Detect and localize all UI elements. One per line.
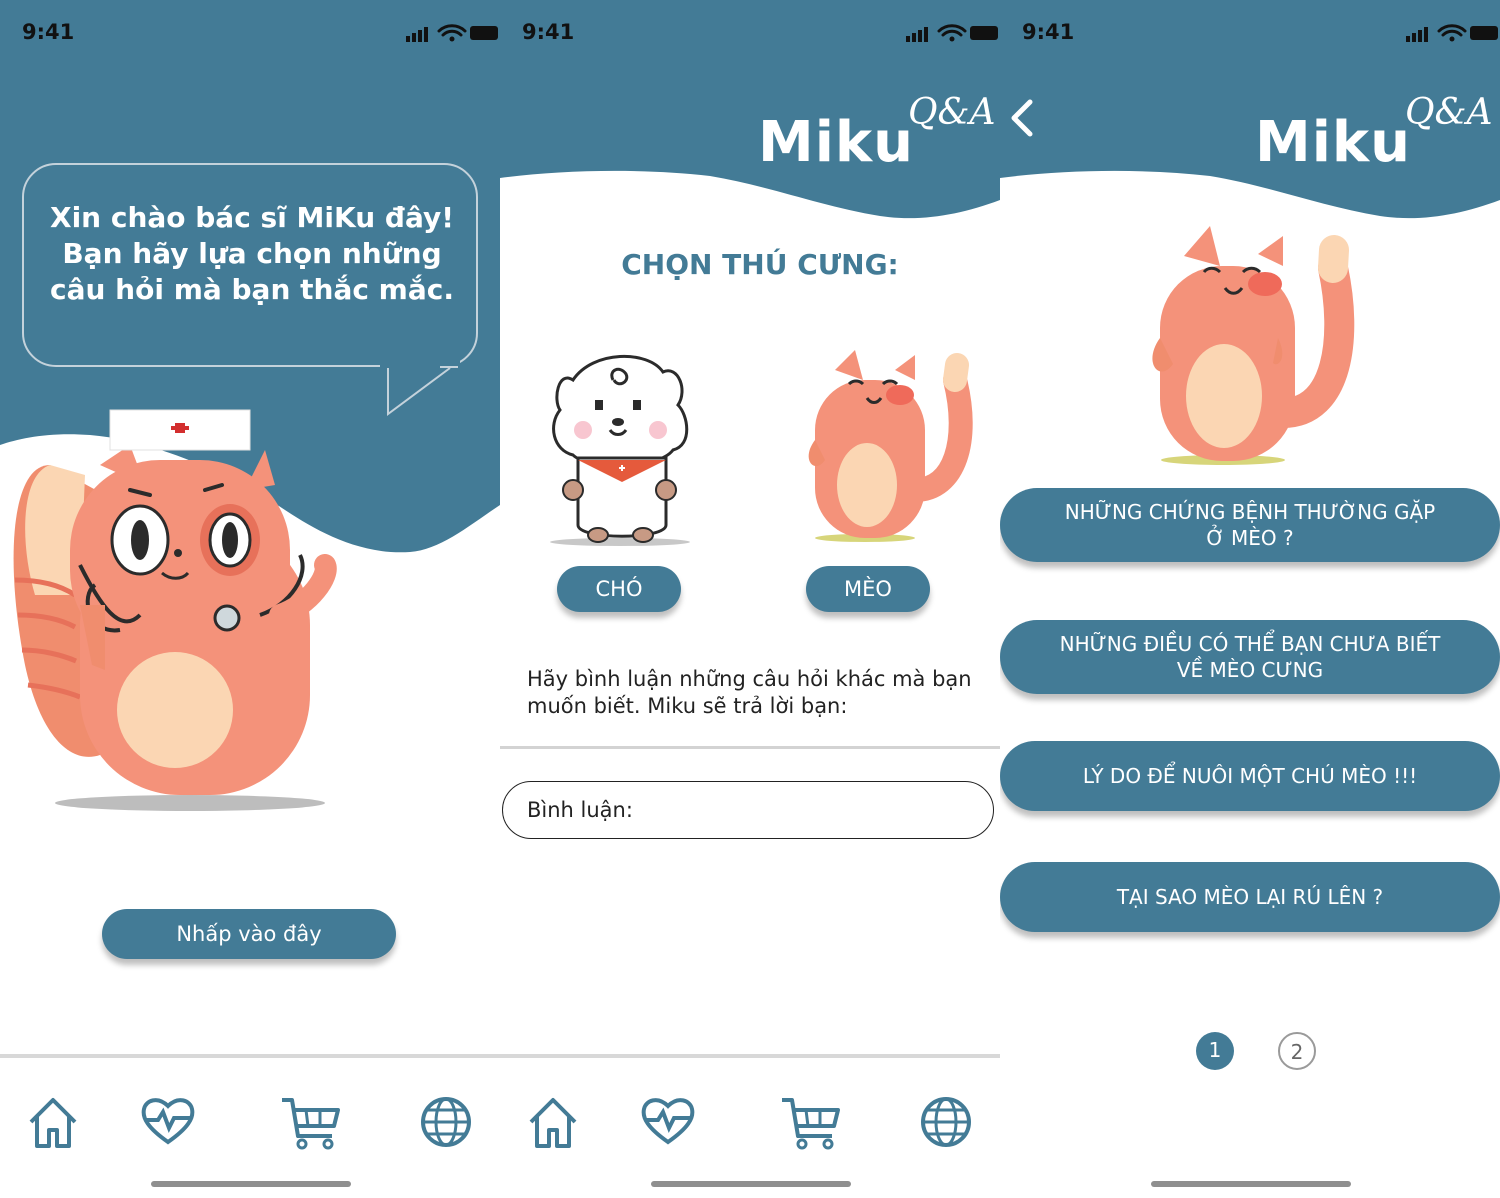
signal-icon <box>406 27 428 42</box>
status-bar: 9:41 <box>1000 18 1500 48</box>
question-button-3[interactable]: LÝ DO ĐỂ NUÔI MỘT CHÚ MÈO !!! <box>1000 741 1500 811</box>
wifi-icon <box>1437 24 1467 37</box>
status-bar: 9:41 <box>500 18 1000 48</box>
cart-icon[interactable] <box>280 1092 340 1152</box>
status-time: 9:41 <box>522 20 575 44</box>
battery-icon <box>470 26 498 40</box>
logo-qa: Q&A <box>908 92 996 133</box>
wifi-icon <box>437 24 467 37</box>
question-button-2[interactable]: NHỮNG ĐIỀU CÓ THỂ BẠN CHƯA BIẾT VỀ MÈO C… <box>1000 620 1500 694</box>
logo-brand: Miku <box>1255 110 1412 175</box>
dog-mascot[interactable] <box>548 350 698 550</box>
welcome-screen: 9:41 Xin chào bác sĩ MiKu đây! Bạn hãy l… <box>0 0 500 1198</box>
status-icons <box>406 24 498 42</box>
battery-icon <box>1470 26 1498 40</box>
click-here-button[interactable]: Nhấp vào đây <box>102 909 396 959</box>
question-1-line-2: Ở MÈO ? <box>1206 526 1294 550</box>
speech-bubble-tail <box>380 350 460 416</box>
globe-icon[interactable] <box>416 1092 476 1152</box>
wifi-icon <box>937 24 967 37</box>
comment-input[interactable]: Bình luận: <box>502 781 994 839</box>
cat-button[interactable]: MÈO <box>806 566 930 612</box>
home-indicator <box>1151 1181 1351 1187</box>
status-bar: 9:41 <box>0 18 500 48</box>
comment-prompt: Hãy bình luận những câu hỏi khác mà bạn … <box>527 667 972 718</box>
question-1-line-1: NHỮNG CHỨNG BỆNH THƯỜNG GẶP <box>1064 500 1436 524</box>
question-2-line-2: VỀ MÈO CƯNG <box>1176 658 1324 682</box>
status-time: 9:41 <box>22 20 75 44</box>
question-button-4[interactable]: TẠI SAO MÈO LẠI RÚ LÊN ? <box>1000 862 1500 932</box>
signal-icon <box>1406 27 1428 42</box>
cat-questions-screen: 9:41 Miku Q&A NHỮNG CHỨNG BỆNH THƯỜNG GẶ… <box>1000 0 1500 1198</box>
home-indicator <box>151 1181 351 1187</box>
heart-pulse-icon[interactable] <box>138 1092 198 1152</box>
home-indicator <box>651 1181 851 1187</box>
signal-icon <box>906 27 928 42</box>
heart-pulse-icon[interactable] <box>638 1092 698 1152</box>
page-2-button[interactable]: 2 <box>1278 1032 1316 1070</box>
battery-icon <box>970 26 998 40</box>
question-2-line-1: NHỮNG ĐIỀU CÓ THỂ BẠN CHƯA BIẾT <box>1059 632 1441 656</box>
logo-brand: Miku <box>758 110 915 175</box>
page-1-button[interactable]: 1 <box>1196 1032 1234 1070</box>
status-icons <box>1406 24 1498 42</box>
status-time: 9:41 <box>1022 20 1075 44</box>
choose-pet-heading: CHỌN THÚ CƯNG: <box>621 248 899 281</box>
question-button-1[interactable]: NHỮNG CHỨNG BỆNH THƯỜNG GẶP Ở MÈO ? <box>1000 488 1500 562</box>
status-icons <box>906 24 998 42</box>
cat-mascot <box>1152 226 1355 465</box>
tabbar-divider <box>0 1054 500 1058</box>
choose-pet-screen: 9:41 Miku Q&A CHỌN THÚ CƯNG: CHÓ MÈO Hãy… <box>500 0 1000 1198</box>
comment-divider <box>500 746 1000 749</box>
back-chevron-icon[interactable] <box>1006 96 1046 140</box>
greeting-text: Xin chào bác sĩ MiKu đây! Bạn hãy lựa ch… <box>49 201 455 306</box>
doctor-cat-mascot <box>13 409 337 811</box>
cat-mascot[interactable] <box>805 340 975 545</box>
cart-icon[interactable] <box>780 1092 840 1152</box>
home-icon[interactable] <box>23 1092 83 1152</box>
tabbar-divider <box>500 1054 1000 1058</box>
logo-qa: Q&A <box>1405 92 1493 133</box>
dog-button[interactable]: CHÓ <box>557 566 681 612</box>
globe-icon[interactable] <box>916 1092 976 1152</box>
home-icon[interactable] <box>523 1092 583 1152</box>
